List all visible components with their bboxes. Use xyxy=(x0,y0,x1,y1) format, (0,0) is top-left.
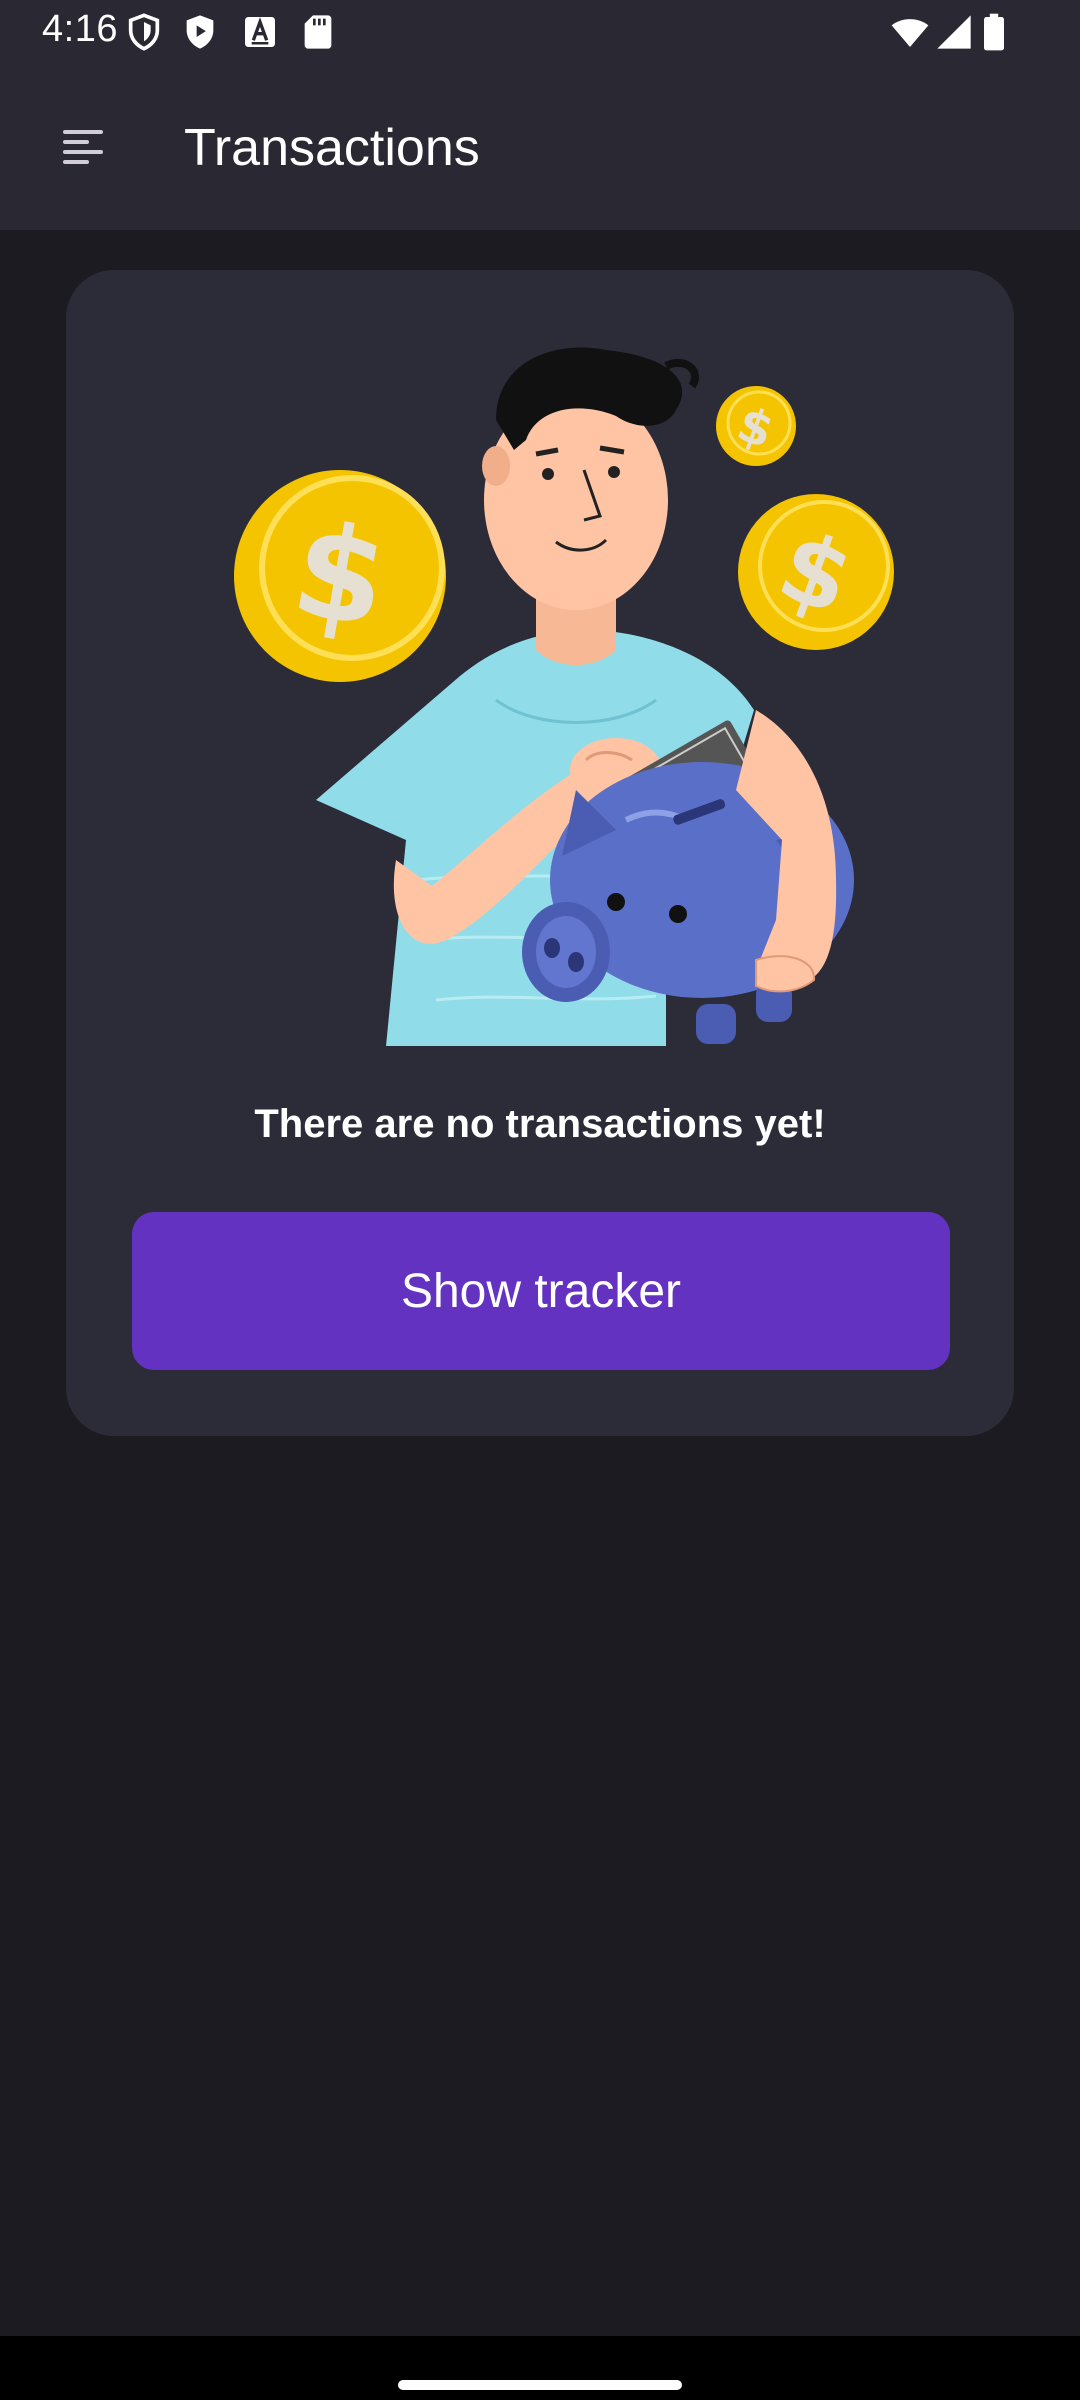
page-title: Transactions xyxy=(184,119,480,177)
home-indicator[interactable] xyxy=(398,2380,682,2390)
status-bar: 4:16 xyxy=(0,0,1080,64)
play-protect-icon xyxy=(180,12,220,52)
cellular-signal-icon xyxy=(934,12,974,52)
coin-icon: $ xyxy=(738,494,894,650)
status-time: 4:16 xyxy=(42,8,118,50)
navigation-bar xyxy=(0,2336,1080,2400)
coin-icon: $ xyxy=(234,470,446,682)
empty-state-message: There are no transactions yet! xyxy=(254,1102,826,1146)
battery-icon xyxy=(980,12,1008,52)
sd-card-icon xyxy=(298,12,338,52)
menu-icon xyxy=(63,126,109,171)
shield-icon xyxy=(124,12,164,52)
piggy-bank-illustration: $ $ $ xyxy=(196,320,976,1046)
menu-button[interactable] xyxy=(50,112,122,184)
show-tracker-button[interactable]: Show tracker xyxy=(132,1212,950,1370)
empty-state-card: $ $ $ There are no transactions yet! Sho… xyxy=(66,270,1014,1436)
text-a-icon xyxy=(240,12,280,52)
app-bar: Transactions xyxy=(0,64,1080,230)
coin-icon: $ xyxy=(716,386,796,466)
wifi-icon xyxy=(888,12,932,52)
screen: 4:16 Transactions $ $ $ There are no tra… xyxy=(0,0,1080,2400)
